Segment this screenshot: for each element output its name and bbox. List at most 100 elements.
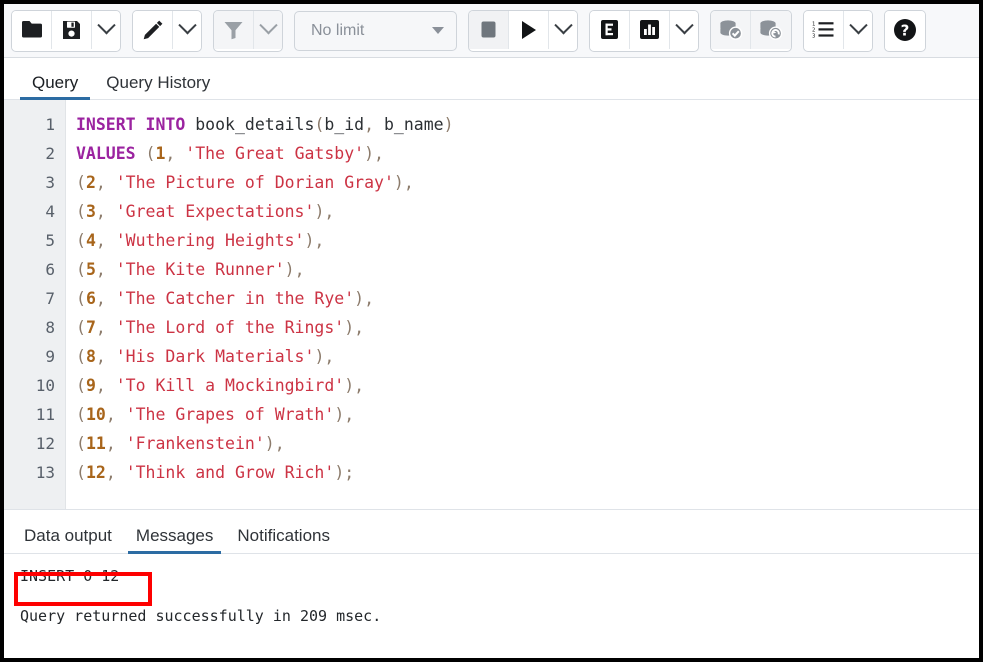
help-group: ? bbox=[884, 10, 926, 52]
code-token: 5 bbox=[86, 260, 96, 279]
messages-spacer bbox=[20, 588, 979, 604]
macros-button[interactable]: 1 2 3 bbox=[804, 11, 844, 49]
tab-query-label: Query bbox=[32, 73, 78, 92]
code-token: 'Wuthering Heights' bbox=[116, 231, 305, 250]
pencil-icon bbox=[142, 19, 164, 41]
execute-group bbox=[468, 10, 578, 52]
filter-options-caret[interactable] bbox=[254, 11, 282, 49]
code-token: 'The Grapes of Wrath' bbox=[126, 405, 335, 424]
code-token: ( bbox=[76, 289, 86, 308]
svg-text:?: ? bbox=[901, 21, 910, 39]
query-status-line: Query returned successfully in 209 msec. bbox=[20, 604, 979, 628]
row-limit-value: No limit bbox=[311, 22, 364, 40]
code-token: , bbox=[96, 260, 116, 279]
database-check-icon bbox=[719, 19, 743, 40]
tab-messages-label: Messages bbox=[136, 526, 213, 545]
code-token: ), bbox=[314, 347, 334, 366]
tab-query[interactable]: Query bbox=[18, 74, 92, 99]
explain-options-caret[interactable] bbox=[670, 11, 698, 49]
sql-code-area[interactable]: INSERT INTO book_details(b_id, b_name)VA… bbox=[66, 100, 979, 509]
help-button[interactable]: ? bbox=[885, 11, 925, 49]
filter-group bbox=[213, 10, 283, 52]
code-token: 3 bbox=[86, 202, 96, 221]
stop-button[interactable] bbox=[469, 11, 509, 49]
chevron-down-icon bbox=[554, 16, 572, 34]
code-line: (9, 'To Kill a Mockingbird'), bbox=[76, 371, 979, 400]
code-token: 11 bbox=[86, 434, 106, 453]
numbered-list-icon: 1 2 3 bbox=[812, 20, 835, 39]
explain-button[interactable] bbox=[590, 11, 630, 49]
code-token: ( bbox=[76, 231, 86, 250]
line-number: 4 bbox=[4, 197, 65, 226]
filter-button[interactable] bbox=[214, 11, 254, 49]
execute-button[interactable] bbox=[509, 11, 549, 49]
file-group bbox=[11, 10, 121, 52]
line-number: 9 bbox=[4, 342, 65, 371]
screenshot-frame: No limit bbox=[0, 0, 983, 662]
output-tabstrip: Data output Messages Notifications bbox=[4, 510, 979, 554]
code-token: 4 bbox=[86, 231, 96, 250]
code-token: ), bbox=[344, 376, 364, 395]
code-token: book_details bbox=[195, 115, 314, 134]
code-token: , bbox=[96, 173, 116, 192]
code-token: INSERT INTO bbox=[76, 115, 185, 134]
line-number: 10 bbox=[4, 371, 65, 400]
code-line: (4, 'Wuthering Heights'), bbox=[76, 226, 979, 255]
line-number: 2 bbox=[4, 139, 65, 168]
code-token: ), bbox=[394, 173, 414, 192]
code-token: ), bbox=[354, 289, 374, 308]
code-token: ( bbox=[314, 115, 324, 134]
code-line: (11, 'Frankenstein'), bbox=[76, 429, 979, 458]
code-token: 6 bbox=[86, 289, 96, 308]
sql-editor[interactable]: 12345678910111213 INSERT INTO book_detai… bbox=[4, 100, 979, 510]
tab-notifications-label: Notifications bbox=[237, 526, 330, 545]
code-token: 2 bbox=[86, 173, 96, 192]
code-token: ), bbox=[314, 202, 334, 221]
code-token: 'Think and Grow Rich' bbox=[126, 463, 335, 482]
code-token: , bbox=[364, 115, 384, 134]
line-number: 12 bbox=[4, 429, 65, 458]
line-number: 3 bbox=[4, 168, 65, 197]
rollback-button[interactable] bbox=[751, 11, 791, 49]
code-token: ( bbox=[76, 347, 86, 366]
edit-button[interactable] bbox=[133, 11, 173, 49]
line-number-gutter: 12345678910111213 bbox=[4, 100, 66, 509]
tab-query-history[interactable]: Query History bbox=[92, 74, 224, 99]
code-token: , bbox=[165, 144, 185, 163]
code-token: ), bbox=[364, 144, 384, 163]
folder-icon bbox=[21, 20, 43, 39]
messages-output: INSERT 0 12 Query returned successfully … bbox=[4, 554, 979, 658]
svg-text:3: 3 bbox=[812, 34, 815, 39]
code-token: , bbox=[96, 202, 116, 221]
code-line: (2, 'The Picture of Dorian Gray'), bbox=[76, 168, 979, 197]
save-options-caret[interactable] bbox=[92, 11, 120, 49]
transaction-group bbox=[710, 10, 792, 52]
code-token: , bbox=[96, 231, 116, 250]
execute-options-caret[interactable] bbox=[549, 11, 577, 49]
code-token: ), bbox=[265, 434, 285, 453]
open-file-button[interactable] bbox=[12, 11, 52, 49]
edit-options-caret[interactable] bbox=[173, 11, 201, 49]
code-token: 7 bbox=[86, 318, 96, 337]
explain-analyze-button[interactable] bbox=[630, 11, 670, 49]
save-file-button[interactable] bbox=[52, 11, 92, 49]
tab-notifications[interactable]: Notifications bbox=[225, 527, 342, 553]
line-number: 6 bbox=[4, 255, 65, 284]
code-token: , bbox=[106, 434, 126, 453]
tab-data-output-label: Data output bbox=[24, 526, 112, 545]
code-token: ( bbox=[76, 463, 86, 482]
line-number: 7 bbox=[4, 284, 65, 313]
code-line: (12, 'Think and Grow Rich'); bbox=[76, 458, 979, 487]
line-number: 13 bbox=[4, 458, 65, 487]
tab-data-output[interactable]: Data output bbox=[20, 527, 124, 553]
chevron-down-icon bbox=[178, 16, 196, 34]
row-limit-select[interactable]: No limit bbox=[294, 11, 457, 51]
commit-button[interactable] bbox=[711, 11, 751, 49]
tab-messages[interactable]: Messages bbox=[124, 527, 225, 553]
code-token: ( bbox=[76, 376, 86, 395]
code-line: (5, 'The Kite Runner'), bbox=[76, 255, 979, 284]
chevron-down-icon bbox=[259, 16, 277, 34]
code-token: , bbox=[106, 405, 126, 424]
macros-caret[interactable] bbox=[844, 11, 872, 49]
code-token: ), bbox=[305, 231, 325, 250]
